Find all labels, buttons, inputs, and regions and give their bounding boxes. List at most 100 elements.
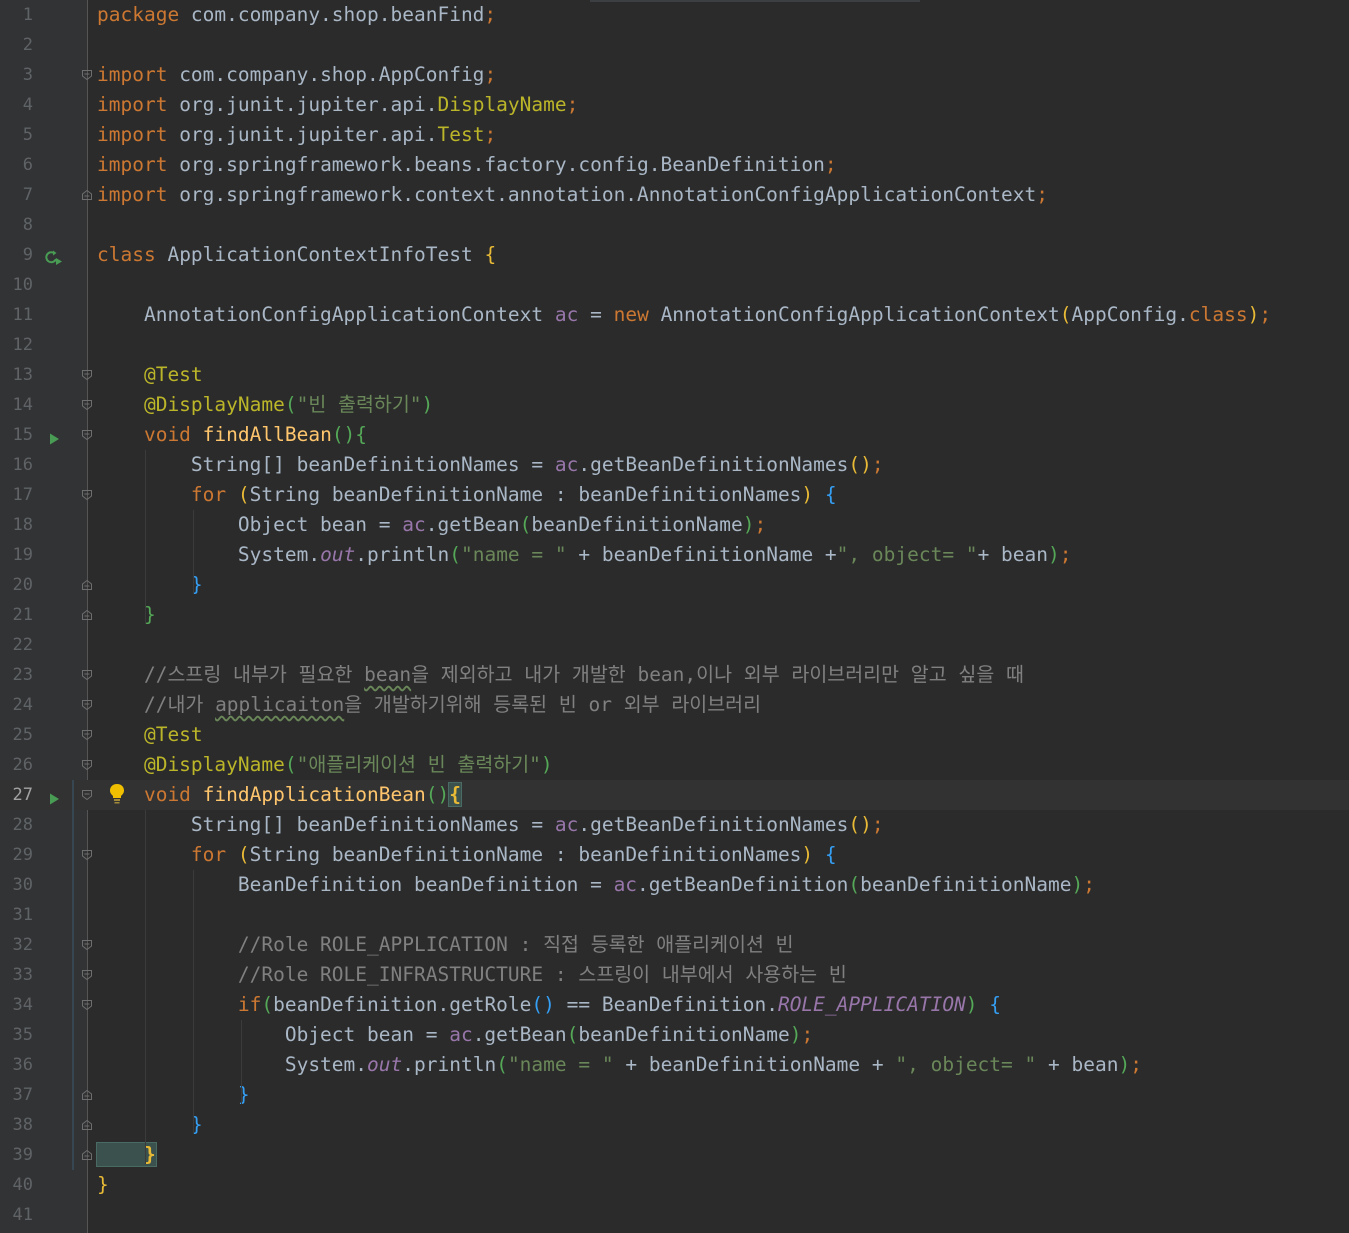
code-text[interactable]: import org.junit.jupiter.api.Test;: [97, 120, 496, 150]
code-text[interactable]: import org.springframework.beans.factory…: [97, 150, 837, 180]
line-number[interactable]: 25: [0, 725, 33, 745]
line-number[interactable]: 29: [0, 845, 33, 865]
code-text[interactable]: //Role ROLE_INFRASTRUCTURE : 스프링이 내부에서 사…: [97, 960, 847, 990]
line-number[interactable]: 37: [0, 1085, 33, 1105]
code-text[interactable]: @DisplayName("애플리케이션 빈 출력하기"): [97, 750, 553, 780]
line-number[interactable]: 32: [0, 935, 33, 955]
code-line[interactable]: 41: [0, 1200, 1349, 1230]
code-text[interactable]: String[] beanDefinitionNames = ac.getBea…: [97, 810, 884, 840]
code-line[interactable]: 32 //Role ROLE_APPLICATION : 직접 등록한 애플리케…: [0, 930, 1349, 960]
code-line[interactable]: 2: [0, 30, 1349, 60]
code-line[interactable]: 19 System.out.println("name = " + beanDe…: [0, 540, 1349, 570]
line-number[interactable]: 15: [0, 425, 33, 445]
line-number[interactable]: 2: [0, 35, 33, 55]
code-text[interactable]: @Test: [97, 720, 203, 750]
fold-collapse-icon[interactable]: [81, 69, 93, 81]
code-text[interactable]: }: [97, 1110, 203, 1140]
intention-bulb-icon[interactable]: [108, 782, 126, 806]
code-line[interactable]: 31: [0, 900, 1349, 930]
line-number[interactable]: 19: [0, 545, 33, 565]
fold-collapse-icon[interactable]: [81, 759, 93, 771]
fold-end-icon[interactable]: [81, 1119, 93, 1131]
fold-end-icon[interactable]: [81, 609, 93, 621]
code-line[interactable]: 33 //Role ROLE_INFRASTRUCTURE : 스프링이 내부에…: [0, 960, 1349, 990]
line-number[interactable]: 13: [0, 365, 33, 385]
line-number[interactable]: 33: [0, 965, 33, 985]
code-line[interactable]: 20 }: [0, 570, 1349, 600]
line-number[interactable]: 3: [0, 65, 33, 85]
line-number[interactable]: 21: [0, 605, 33, 625]
line-number[interactable]: 27: [0, 785, 33, 805]
code-text[interactable]: import org.springframework.context.annot…: [97, 180, 1048, 210]
code-text[interactable]: //내가 applicaiton을 개발하기위해 등록된 빈 or 외부 라이브…: [97, 690, 761, 720]
code-text[interactable]: void findAllBean(){: [97, 420, 367, 450]
fold-collapse-icon[interactable]: [81, 969, 93, 981]
line-number[interactable]: 7: [0, 185, 33, 205]
code-line[interactable]: 4 import org.junit.jupiter.api.DisplayNam…: [0, 90, 1349, 120]
code-editor[interactable]: 1 package com.company.shop.beanFind; 2 3 imp…: [0, 0, 1349, 1233]
code-line[interactable]: 11 AnnotationConfigApplicationContext ac…: [0, 300, 1349, 330]
code-text[interactable]: String[] beanDefinitionNames = ac.getBea…: [97, 450, 884, 480]
code-text[interactable]: @DisplayName("빈 출력하기"): [97, 390, 433, 420]
code-text[interactable]: //스프링 내부가 필요한 bean을 제외하고 내가 개발한 bean,이나 …: [97, 660, 1024, 690]
code-line[interactable]: 14 @DisplayName("빈 출력하기"): [0, 390, 1349, 420]
code-line[interactable]: 17 for (String beanDefinitionName : bean…: [0, 480, 1349, 510]
code-line[interactable]: 36 System.out.println("name = " + beanDe…: [0, 1050, 1349, 1080]
code-line[interactable]: 9 class ApplicationContextInfoTest {: [0, 240, 1349, 270]
fold-collapse-icon[interactable]: [81, 399, 93, 411]
fold-collapse-icon[interactable]: [81, 429, 93, 441]
code-text[interactable]: void findApplicationBean(){: [97, 780, 462, 810]
code-text[interactable]: }: [96, 1140, 157, 1170]
fold-collapse-icon[interactable]: [81, 999, 93, 1011]
code-text[interactable]: import com.company.shop.AppConfig;: [97, 60, 496, 90]
fold-end-icon[interactable]: [81, 579, 93, 591]
code-line[interactable]: 6 import org.springframework.beans.factor…: [0, 150, 1349, 180]
run-class-tests-icon[interactable]: [44, 248, 64, 265]
code-line[interactable]: 5 import org.junit.jupiter.api.Test;: [0, 120, 1349, 150]
code-line[interactable]: 7 import org.springframework.context.anno…: [0, 180, 1349, 210]
code-line[interactable]: 24 //내가 applicaiton을 개발하기위해 등록된 빈 or 외부 …: [0, 690, 1349, 720]
fold-collapse-icon[interactable]: [81, 699, 93, 711]
code-text[interactable]: class ApplicationContextInfoTest {: [97, 240, 496, 270]
code-line[interactable]: 12: [0, 330, 1349, 360]
line-number[interactable]: 6: [0, 155, 33, 175]
code-line[interactable]: 39 }: [0, 1140, 1349, 1170]
code-text[interactable]: import org.junit.jupiter.api.DisplayName…: [97, 90, 578, 120]
line-number[interactable]: 14: [0, 395, 33, 415]
code-line[interactable]: 30 BeanDefinition beanDefinition = ac.ge…: [0, 870, 1349, 900]
code-text[interactable]: package com.company.shop.beanFind;: [97, 0, 496, 30]
code-line[interactable]: 26 @DisplayName("애플리케이션 빈 출력하기"): [0, 750, 1349, 780]
code-text[interactable]: @Test: [97, 360, 203, 390]
fold-collapse-icon[interactable]: [81, 789, 93, 801]
code-line[interactable]: 29 for (String beanDefinitionName : bean…: [0, 840, 1349, 870]
line-number[interactable]: 16: [0, 455, 33, 475]
code-line[interactable]: 3 import com.company.shop.AppConfig;: [0, 60, 1349, 90]
line-number[interactable]: 11: [0, 305, 33, 325]
line-number[interactable]: 9: [0, 245, 33, 265]
fold-collapse-icon[interactable]: [81, 729, 93, 741]
code-line[interactable]: 28 String[] beanDefinitionNames = ac.get…: [0, 810, 1349, 840]
code-line[interactable]: 1 package com.company.shop.beanFind;: [0, 0, 1349, 30]
code-text[interactable]: }: [97, 600, 156, 630]
code-text[interactable]: }: [97, 1080, 250, 1110]
fold-collapse-icon[interactable]: [81, 489, 93, 501]
line-number[interactable]: 24: [0, 695, 33, 715]
code-text[interactable]: for (String beanDefinitionName : beanDef…: [97, 480, 837, 510]
line-number[interactable]: 10: [0, 275, 33, 295]
code-line[interactable]: 21 }: [0, 600, 1349, 630]
fold-end-icon[interactable]: [81, 189, 93, 201]
code-line[interactable]: 27 void findApplicationBean(){: [0, 780, 1349, 810]
fold-collapse-icon[interactable]: [81, 849, 93, 861]
line-number[interactable]: 34: [0, 995, 33, 1015]
line-number[interactable]: 30: [0, 875, 33, 895]
code-line[interactable]: 15 void findAllBean(){: [0, 420, 1349, 450]
line-number[interactable]: 12: [0, 335, 33, 355]
line-number[interactable]: 26: [0, 755, 33, 775]
code-text[interactable]: Object bean = ac.getBean(beanDefinitionN…: [97, 510, 766, 540]
line-number[interactable]: 41: [0, 1205, 33, 1225]
code-line[interactable]: 25 @Test: [0, 720, 1349, 750]
line-number[interactable]: 36: [0, 1055, 33, 1075]
code-line[interactable]: 18 Object bean = ac.getBean(beanDefiniti…: [0, 510, 1349, 540]
line-number[interactable]: 28: [0, 815, 33, 835]
line-number[interactable]: 39: [0, 1145, 33, 1165]
